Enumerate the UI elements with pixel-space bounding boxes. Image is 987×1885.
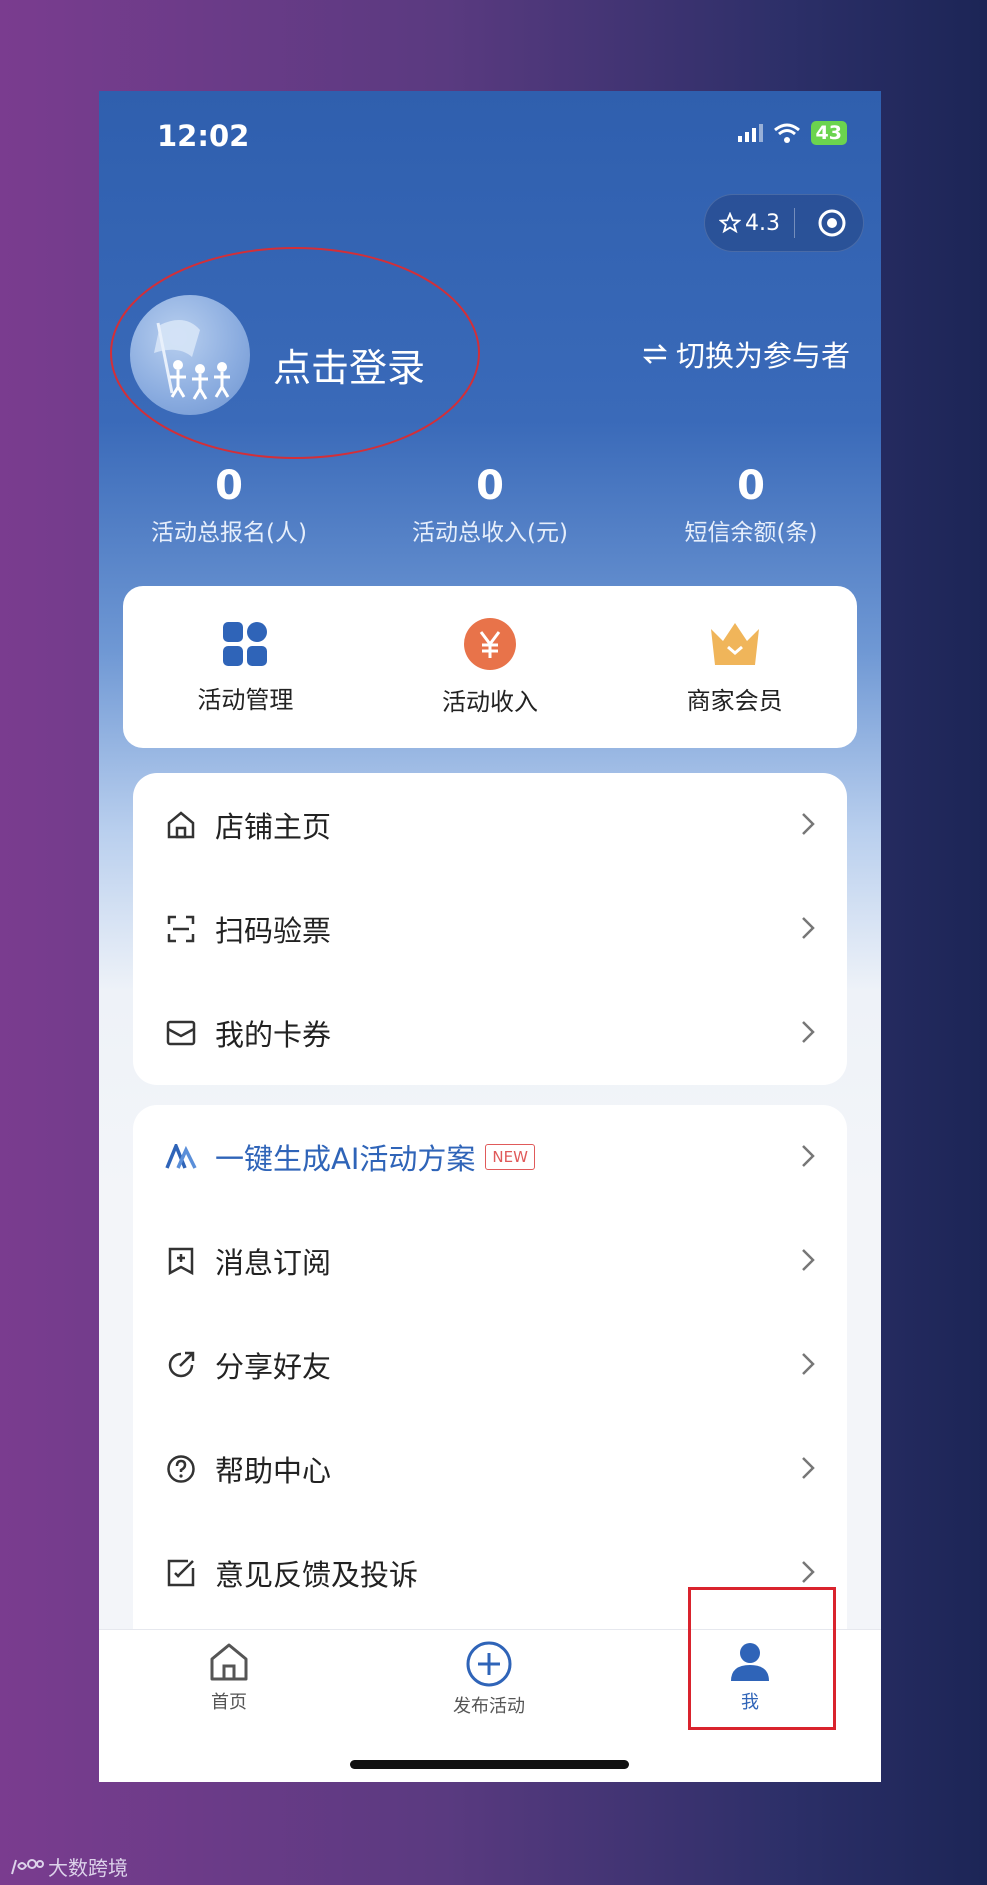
chevron-right-icon	[802, 1021, 815, 1043]
store-home-icon	[165, 809, 197, 841]
menu-item-my-coupons[interactable]: 我的卡券	[133, 981, 847, 1085]
target-close-icon[interactable]	[817, 208, 847, 238]
home-indicator	[350, 1760, 629, 1769]
capsule-menu[interactable]: 4.3	[704, 194, 864, 252]
new-badge: NEW	[485, 1144, 535, 1170]
chevron-right-icon	[802, 1457, 815, 1479]
stat-label: 短信余额(条)	[684, 520, 818, 546]
quick-activity-management[interactable]: 活动管理	[123, 586, 368, 748]
stat-value: 0	[737, 463, 765, 509]
menu-item-share[interactable]: 分享好友	[133, 1313, 847, 1417]
share-icon	[165, 1349, 197, 1381]
scan-icon	[165, 913, 197, 945]
quick-label: 活动收入	[442, 687, 538, 716]
rating[interactable]: 4.3	[719, 211, 780, 236]
stat-label: 活动总报名(人)	[151, 520, 307, 546]
menu-item-label: 我的卡券	[215, 1018, 332, 1052]
stat-value: 0	[215, 463, 243, 509]
stat-total-income: 0 活动总收入(元)	[360, 461, 620, 547]
quick-label: 活动管理	[197, 685, 294, 714]
feedback-icon	[165, 1557, 197, 1589]
yuan-icon	[464, 617, 516, 670]
chevron-right-icon	[802, 813, 815, 835]
menu-item-label: 帮助中心	[215, 1454, 332, 1488]
coupon-icon	[165, 1017, 197, 1049]
stat-label: 活动总收入(元)	[412, 520, 568, 546]
menu-group-primary: 店铺主页 扫码验票 我的卡券	[133, 773, 847, 1085]
subscribe-icon	[165, 1245, 197, 1277]
tab-me-annotation-box	[688, 1587, 836, 1730]
wifi-icon	[773, 123, 800, 143]
capsule-divider	[794, 208, 795, 238]
menu-item-label: 分享好友	[215, 1350, 332, 1384]
chevron-right-icon	[802, 917, 815, 939]
menu-item-label: 一键生成AI活动方案	[215, 1142, 476, 1176]
switch-role-button[interactable]: 切换为参与者	[642, 333, 850, 375]
chevron-right-icon	[802, 1145, 815, 1167]
menu-item-scan-ticket[interactable]: 扫码验票	[133, 877, 847, 981]
quick-activity-income[interactable]: 活动收入	[368, 586, 613, 748]
quick-actions-card: 活动管理 活动收入 商家会员	[123, 586, 857, 748]
quick-merchant-member[interactable]: 商家会员	[612, 586, 857, 748]
tab-home[interactable]: 首页	[129, 1640, 329, 1714]
plus-circle-icon	[466, 1641, 512, 1687]
menu-item-label: 扫码验票	[215, 914, 332, 948]
login-annotation-ellipse	[110, 247, 480, 459]
crown-icon	[710, 622, 759, 665]
chevron-right-icon	[802, 1249, 815, 1271]
status-time: 12:02	[157, 119, 250, 153]
stat-total-signups: 0 活动总报名(人)	[99, 461, 359, 547]
battery-level: 43	[810, 121, 847, 145]
swap-arrows-icon	[642, 344, 668, 364]
tab-label: 首页	[211, 1692, 247, 1713]
home-icon	[210, 1643, 248, 1681]
watermark-text: 大数跨境	[48, 1856, 128, 1880]
menu-item-label: 消息订阅	[215, 1246, 332, 1280]
menu-item-store-home[interactable]: 店铺主页	[133, 773, 847, 877]
chevron-right-icon	[802, 1353, 815, 1375]
status-icons: 43	[737, 121, 847, 145]
watermark: 大数跨境	[10, 1852, 128, 1881]
menu-item-subscribe[interactable]: 消息订阅	[133, 1209, 847, 1313]
menu-item-ai-plan[interactable]: 一键生成AI活动方案 NEW	[133, 1105, 847, 1209]
tab-label: 发布活动	[453, 1696, 525, 1717]
chevron-right-icon	[802, 1561, 815, 1583]
signal-icon	[737, 124, 763, 142]
help-icon	[165, 1453, 197, 1485]
menu-group-secondary: 一键生成AI活动方案 NEW 消息订阅 分享好友 帮助中心 意见反馈及投诉	[133, 1105, 847, 1665]
grid-icon	[223, 621, 268, 666]
menu-item-help-center[interactable]: 帮助中心	[133, 1417, 847, 1521]
tab-publish-activity[interactable]: 发布活动	[389, 1640, 589, 1718]
star-icon	[719, 212, 741, 234]
stat-sms-balance: 0 短信余额(条)	[621, 461, 881, 547]
switch-role-label: 切换为参与者	[675, 339, 850, 373]
menu-item-label: 店铺主页	[215, 810, 332, 844]
phone-screen: 12:02 43 4.3 点击登录 切换为参与者 0 活动总报名(人) 0 活动…	[99, 91, 881, 1782]
ai-logo-icon	[165, 1141, 197, 1173]
menu-item-label: 意见反馈及投诉	[215, 1558, 419, 1592]
quick-label: 商家会员	[686, 686, 783, 715]
rating-value: 4.3	[745, 210, 780, 236]
stat-value: 0	[476, 463, 504, 509]
watermark-logo-icon	[11, 1858, 44, 1874]
